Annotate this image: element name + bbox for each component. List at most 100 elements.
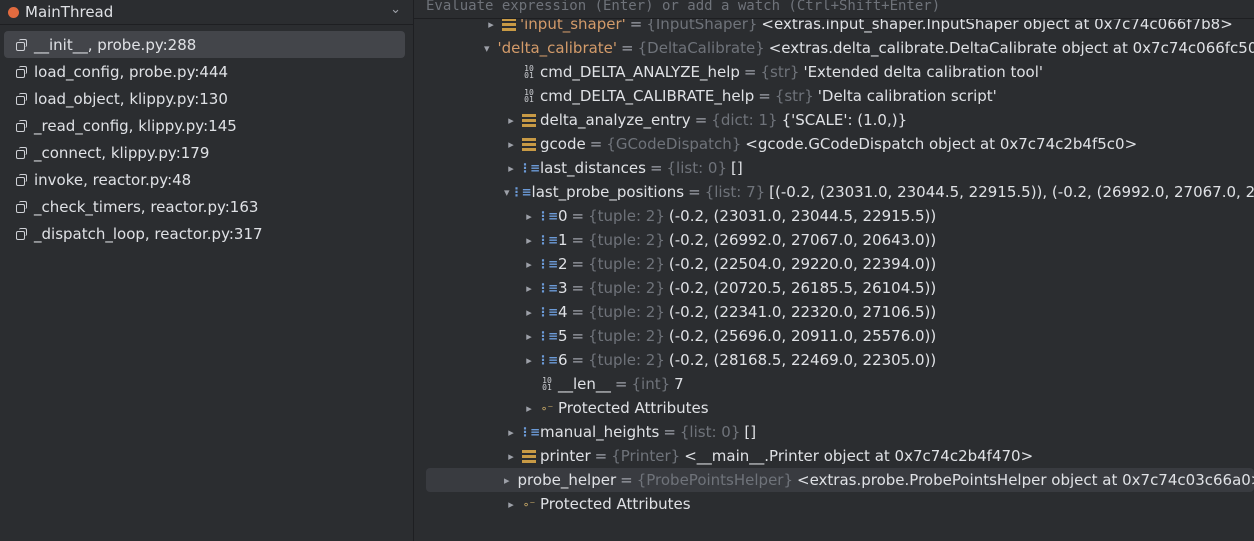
var-name: 2	[558, 255, 568, 273]
var-type: {DeltaCalibrate}	[637, 39, 765, 57]
var-type: {tuple: 2}	[588, 303, 665, 321]
primitive-icon: 10 01	[542, 376, 552, 392]
expand-icon[interactable]: ▸	[522, 354, 536, 367]
tree-row[interactable]: ▸ ⋮≡ last_distances = {list: 0} []	[414, 156, 1254, 180]
var-type: {tuple: 2}	[588, 327, 665, 345]
expand-icon[interactable]: ▸	[522, 282, 536, 295]
collapse-icon[interactable]: ▾	[504, 186, 510, 199]
expand-icon[interactable]: ▸	[522, 258, 536, 271]
tree-row[interactable]: ▸ ⋮≡ 6 = {tuple: 2} (-0.2, (28168.5, 2246…	[414, 348, 1254, 372]
var-type: {dict: 1}	[711, 111, 778, 129]
frame-item[interactable]: _dispatch_loop, reactor.py:317	[4, 220, 405, 247]
var-name: 1	[558, 231, 568, 249]
frame-icon	[16, 65, 28, 78]
expand-icon[interactable]: ▸	[504, 498, 518, 511]
list-icon: ⋮≡	[518, 425, 540, 439]
var-type: {tuple: 2}	[588, 231, 665, 249]
expand-icon[interactable]: ▸	[522, 330, 536, 343]
var-name: gcode	[540, 135, 586, 153]
frame-item[interactable]: _read_config, klippy.py:145	[4, 112, 405, 139]
var-name: delta_analyze_entry	[540, 111, 691, 129]
primitive-icon: 10 01	[524, 88, 534, 104]
collapse-icon[interactable]: ▾	[484, 42, 490, 55]
expand-icon[interactable]: ▸	[504, 450, 518, 463]
var-value: (-0.2, (26992.0, 27067.0, 20643.0))	[668, 231, 937, 249]
expand-icon[interactable]: ▸	[522, 306, 536, 319]
frame-list: __init__, probe.py:288 load_config, prob…	[0, 25, 413, 247]
var-value: (-0.2, (23031.0, 23044.5, 22915.5))	[668, 207, 937, 225]
var-value: <extras.probe.ProbePointsHelper object a…	[797, 471, 1254, 489]
frame-label: _connect, klippy.py:179	[34, 143, 210, 162]
frame-item[interactable]: invoke, reactor.py:48	[4, 166, 405, 193]
var-value: 7	[674, 375, 684, 393]
tree-row[interactable]: ▾ ⋮≡ last_probe_positions = {list: 7} [(-…	[414, 180, 1254, 204]
tree-row[interactable]: ▾ 'delta_calibrate' = {DeltaCalibrate} <e…	[414, 36, 1254, 60]
var-type: {Printer}	[611, 447, 681, 465]
expand-icon[interactable]: ▸	[522, 402, 536, 415]
frame-icon	[16, 119, 28, 132]
frame-item[interactable]: __init__, probe.py:288	[4, 31, 405, 58]
var-value: (-0.2, (22341.0, 22320.0, 27106.5))	[668, 303, 937, 321]
tree-row[interactable]: 10 01 __len__ = {int} 7	[414, 372, 1254, 396]
tree-row[interactable]: ▸ ⋮≡ 2 = {tuple: 2} (-0.2, (22504.0, 2922…	[414, 252, 1254, 276]
frame-item[interactable]: _connect, klippy.py:179	[4, 139, 405, 166]
frame-label: invoke, reactor.py:48	[34, 170, 192, 189]
tree-row[interactable]: ▸ printer = {Printer} <__main__.Printer o…	[414, 444, 1254, 468]
list-icon: ⋮≡	[536, 305, 558, 319]
frame-icon	[16, 227, 28, 240]
list-icon: ⋮≡	[510, 185, 532, 199]
tree-row[interactable]: ▸ ⋮≡ 1 = {tuple: 2} (-0.2, (26992.0, 2706…	[414, 228, 1254, 252]
object-icon	[522, 137, 536, 151]
expand-icon[interactable]: ▸	[504, 162, 518, 175]
var-value: (-0.2, (20720.5, 26185.5, 26104.5))	[668, 279, 937, 297]
list-icon: ⋮≡	[536, 257, 558, 271]
var-name: __len__	[558, 375, 611, 393]
tree-row-selected[interactable]: ▸ probe_helper = {ProbePointsHelper} <ext…	[426, 468, 1254, 492]
var-type: {list: 0}	[666, 159, 727, 177]
list-icon: ⋮≡	[536, 281, 558, 295]
var-type: {str}	[774, 87, 814, 105]
tree-row[interactable]: ▸ ∘⁻ Protected Attributes	[414, 492, 1254, 516]
var-type: {list: 7}	[704, 183, 766, 201]
expand-icon[interactable]: ▸	[522, 210, 536, 223]
evaluate-expression-input[interactable]: Evaluate expression (Enter) or add a wat…	[414, 0, 1254, 19]
expand-icon[interactable]: ▸	[504, 138, 518, 151]
object-icon	[522, 113, 536, 127]
tree-row[interactable]: ▸ ⋮≡ manual_heights = {list: 0} []	[414, 420, 1254, 444]
frame-icon	[16, 200, 28, 213]
expand-icon[interactable]: ▸	[504, 114, 518, 127]
var-name: printer	[540, 447, 591, 465]
var-value: 'Extended delta calibration tool'	[803, 63, 1044, 81]
thread-status-icon	[8, 6, 19, 18]
key-icon: ∘⁻	[522, 497, 536, 511]
tree-row[interactable]: 10 01 cmd_DELTA_CALIBRATE_help = {str} 'De…	[414, 84, 1254, 108]
tree-row[interactable]: ▸ ⋮≡ 4 = {tuple: 2} (-0.2, (22341.0, 2232…	[414, 300, 1254, 324]
var-type: {str}	[760, 63, 800, 81]
var-name: 3	[558, 279, 568, 297]
var-type: {int}	[631, 375, 671, 393]
chevron-down-icon[interactable]: ⌄	[390, 2, 401, 17]
frame-item[interactable]: load_config, probe.py:444	[4, 58, 405, 85]
tree-row[interactable]: ▸ ∘⁻ Protected Attributes	[414, 396, 1254, 420]
tree-row[interactable]: ▸ ⋮≡ 3 = {tuple: 2} (-0.2, (20720.5, 2618…	[414, 276, 1254, 300]
var-name: 'delta_calibrate'	[497, 39, 618, 57]
expand-icon[interactable]: ▸	[522, 234, 536, 247]
tree-row[interactable]: ▸ delta_analyze_entry = {dict: 1} {'SCALE…	[414, 108, 1254, 132]
thread-selector[interactable]: MainThread ⌄	[0, 0, 413, 25]
tree-row[interactable]: ▸ gcode = {GCodeDispatch} <gcode.GCodeDis…	[414, 132, 1254, 156]
tree-row[interactable]: ▸ ⋮≡ 5 = {tuple: 2} (-0.2, (25696.0, 2091…	[414, 324, 1254, 348]
tree-row[interactable]: 10 01 cmd_DELTA_ANALYZE_help = {str} 'Exte…	[414, 60, 1254, 84]
var-name: cmd_DELTA_ANALYZE_help	[540, 63, 740, 81]
var-name: 0	[558, 207, 568, 225]
var-value: (-0.2, (25696.0, 20911.0, 25576.0))	[668, 327, 937, 345]
expand-icon[interactable]: ▸	[504, 474, 510, 487]
variables-tree: ▸ 'input_shaper' = {InputShaper} <extras.…	[414, 12, 1254, 516]
tree-row[interactable]: ▸ ⋮≡ 0 = {tuple: 2} (-0.2, (23031.0, 2304…	[414, 204, 1254, 228]
expand-icon[interactable]: ▸	[484, 18, 498, 31]
var-name: 4	[558, 303, 568, 321]
frame-item[interactable]: _check_timers, reactor.py:163	[4, 193, 405, 220]
expand-icon[interactable]: ▸	[504, 426, 518, 439]
frame-item[interactable]: load_object, klippy.py:130	[4, 85, 405, 112]
var-value: []	[744, 423, 757, 441]
var-value: <__main__.Printer object at 0x7c74c2b4f4…	[684, 447, 1034, 465]
